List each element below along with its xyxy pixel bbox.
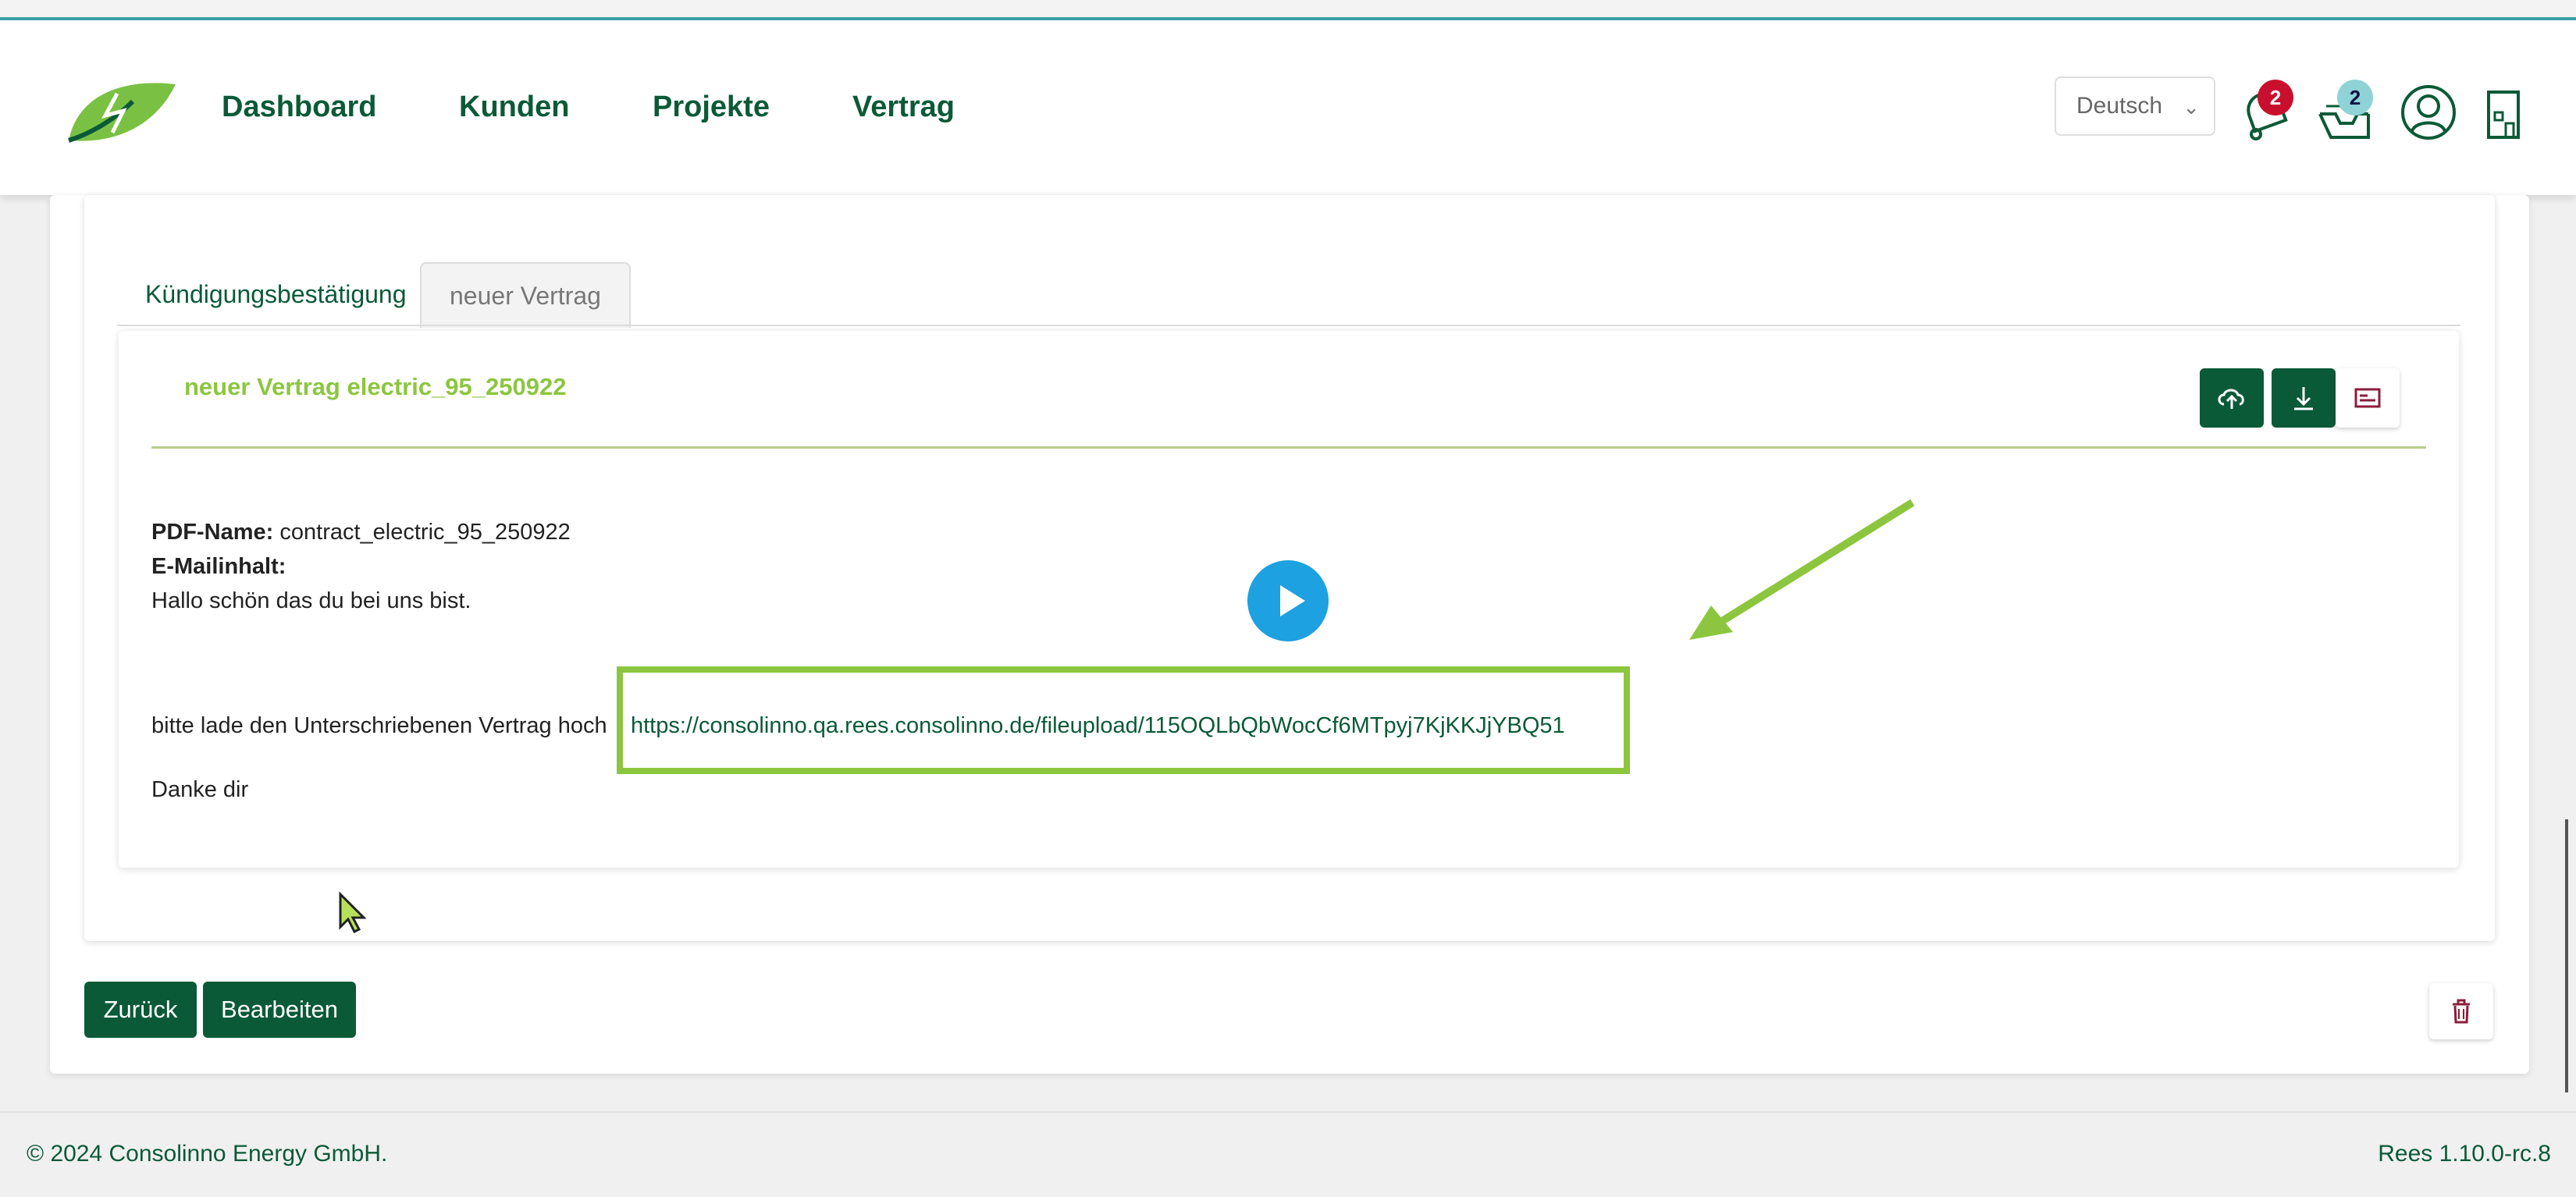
nav-dashboard[interactable]: Dashboard — [222, 91, 376, 124]
footer-copyright: © 2024 Consolinno Energy GmbH. — [27, 1141, 388, 1167]
pdf-name-value: contract_electric_95_250922 — [279, 520, 571, 545]
mouse-cursor — [339, 891, 367, 933]
play-button[interactable] — [1247, 560, 1329, 641]
footer-divider — [0, 1111, 2576, 1113]
download-button[interactable] — [2272, 368, 2336, 428]
title-divider — [151, 446, 2426, 449]
nav-projekte[interactable]: Projekte — [653, 91, 770, 124]
pdf-name-label: PDF-Name: — [151, 520, 274, 545]
play-icon — [1280, 585, 1305, 616]
page-scrollbar[interactable] — [2565, 819, 2568, 1092]
language-value: Deutsch — [2076, 93, 2163, 119]
notification-badge: 2 — [2258, 80, 2293, 115]
upload-instruction: bitte lade den Unterschriebenen Vertrag … — [151, 713, 607, 738]
building-icon[interactable] — [2484, 84, 2523, 142]
messages-button[interactable]: 2 — [2315, 80, 2373, 145]
email-content-label: E-Mailinhalt: — [151, 554, 286, 579]
pdf-name-row: PDF-Name: contract_electric_95_250922 — [151, 520, 571, 545]
delete-button[interactable] — [2429, 983, 2493, 1039]
upload-cloud-icon — [2218, 389, 2244, 409]
nav-kunden[interactable]: Kunden — [459, 91, 569, 124]
notifications-button[interactable]: 2 — [2239, 80, 2293, 145]
contract-title: neuer Vertrag electric_95_250922 — [184, 373, 567, 400]
trash-icon — [2453, 999, 2470, 1024]
upload-button[interactable] — [2200, 368, 2264, 428]
language-select[interactable]: Deutsch ⌄ — [2055, 76, 2215, 136]
back-button[interactable]: Zurück — [84, 982, 197, 1038]
leaf-logo[interactable] — [62, 70, 180, 148]
email-thanks: Danke dir — [151, 777, 249, 802]
edit-button[interactable]: Bearbeiten — [203, 982, 356, 1038]
nav-vertrag[interactable]: Vertrag — [852, 91, 955, 124]
link-highlight-box — [617, 666, 1630, 774]
user-icon[interactable] — [2400, 80, 2457, 145]
email-content-label-row: E-Mailinhalt: — [151, 554, 286, 580]
browser-top-strip — [0, 0, 2576, 20]
email-greeting: Hallo schön das du bei uns bist. — [151, 588, 471, 613]
download-icon — [2294, 387, 2313, 410]
email-preview-button[interactable] — [2336, 368, 2400, 428]
messages-badge: 2 — [2337, 80, 2373, 115]
arrow-annotation — [1689, 499, 1915, 640]
footer-version: Rees 1.10.0-rc.8 — [2378, 1141, 2551, 1167]
tabs-divider — [117, 325, 2460, 326]
tab-kuendigungsbestaetigung[interactable]: Kündigungsbestätigung — [117, 262, 435, 326]
tab-neuer-vertrag[interactable]: neuer Vertrag — [420, 262, 631, 328]
top-navbar: Dashboard Kunden Projekte Vertrag Deutsc… — [0, 20, 2576, 195]
chevron-down-icon: ⌄ — [2183, 95, 2200, 119]
email-card-icon — [2354, 388, 2381, 408]
